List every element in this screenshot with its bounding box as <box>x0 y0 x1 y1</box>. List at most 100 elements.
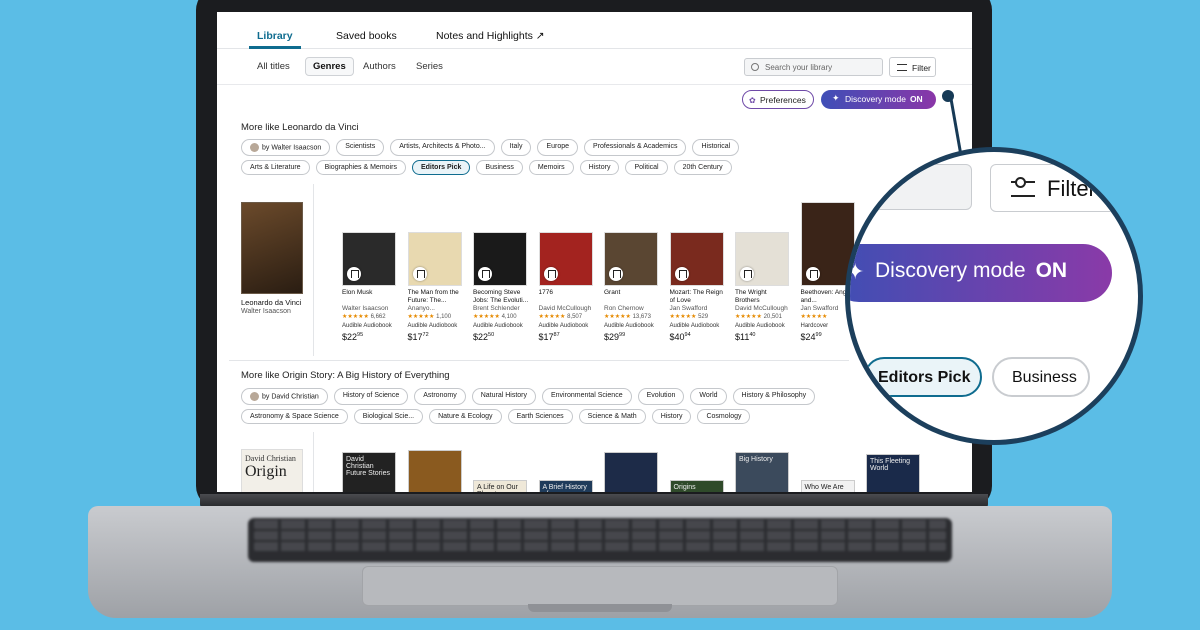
bookmark-icon[interactable] <box>478 267 492 281</box>
bookmark-icon[interactable] <box>609 267 623 281</box>
search-icon <box>751 63 759 71</box>
filter-button[interactable]: Filter <box>889 57 936 77</box>
book-card[interactable]: The Man from the Future: The... Ananyo...… <box>407 232 466 343</box>
book-cover[interactable]: Origins <box>669 480 724 492</box>
preferences-button[interactable]: ✿ Preferences <box>742 90 814 109</box>
chip-label: History & Philosophy <box>741 392 807 399</box>
bookmark-icon[interactable] <box>543 267 558 281</box>
genre-chip[interactable]: Biological Scie... <box>353 409 424 424</box>
rating-count: 4,100 <box>501 314 517 320</box>
chip-label: Biological Scie... <box>362 413 415 420</box>
book-cover[interactable]: David Christian Future Stories <box>342 452 396 492</box>
book-card[interactable]: Grant Ron Chernow ★★★★★ 13,673 Audible Audi… <box>604 232 662 343</box>
book-cover[interactable] <box>407 450 462 492</box>
seed-book[interactable]: Leonardo da Vinci Walter Isaacson <box>241 202 303 315</box>
chip-business-zoomed: Business <box>992 357 1090 397</box>
rating-count: 8,507 <box>567 314 583 320</box>
book-cover[interactable]: A Life on Our Planet <box>473 480 527 492</box>
rating-count: 20,501 <box>763 314 782 320</box>
bookmark-icon[interactable] <box>740 267 754 281</box>
tab-genres[interactable]: Genres <box>305 57 354 76</box>
author-avatar <box>250 143 259 152</box>
tab-library[interactable]: Library <box>257 30 293 42</box>
genre-chip[interactable]: Earth Sciences <box>507 409 573 424</box>
seed-book[interactable]: David Christian Origin <box>241 449 303 492</box>
bookmark-icon[interactable] <box>347 267 361 281</box>
book-cover[interactable]: Big History <box>735 452 789 492</box>
book-card[interactable]: Becoming Steve Jobs: The Evoluti... Brent… <box>473 232 531 343</box>
chip-label: History of Science <box>342 392 400 399</box>
genre-chip[interactable]: Italy <box>500 139 532 156</box>
genre-chip[interactable]: Cosmology <box>697 409 751 424</box>
price-cents: 99 <box>619 332 626 338</box>
preferences-label: Preferences <box>760 95 806 105</box>
genre-chip[interactable]: Europe <box>537 139 579 156</box>
seed-title: Origin <box>245 463 287 480</box>
book-card[interactable]: Elon Musk Walter Isaacson ★★★★★ 6,662 Audib… <box>342 232 400 343</box>
bookmark-icon[interactable] <box>412 267 427 281</box>
discovery-mode-toggle[interactable]: ✦ Discovery mode ON <box>821 90 936 109</box>
genre-chip[interactable]: History of Science <box>333 388 409 405</box>
genre-chip[interactable]: Arts & Literature <box>241 160 310 175</box>
bookmark-icon[interactable] <box>674 267 689 281</box>
search-input[interactable]: Search your library <box>744 58 883 76</box>
genre-chip[interactable]: Artists, Architects & Photo... <box>390 139 495 156</box>
chip-label: World <box>699 392 718 399</box>
genre-chip[interactable]: Nature & Ecology <box>429 409 502 424</box>
chip-label: Evolution <box>646 392 676 399</box>
book-format: Audible Audiobook <box>407 323 458 329</box>
genre-chip[interactable]: by David Christian <box>241 388 328 405</box>
preferences-icon: ✿ <box>749 96 756 105</box>
book-rating: ★★★★★ 4,100 <box>473 314 517 320</box>
genre-chip[interactable]: Scientists <box>336 139 385 156</box>
book-cover[interactable]: This Fleeting World <box>866 454 920 492</box>
book-format: Audible Audiobook <box>735 323 785 329</box>
genre-chip[interactable]: History <box>651 409 692 424</box>
book-cover[interactable]: A Brief History of... <box>538 480 593 492</box>
genre-chip[interactable]: by Walter Isaacson <box>241 139 331 156</box>
laptop-notch <box>528 604 672 612</box>
genre-chip[interactable]: Professionals & Academics <box>584 139 687 156</box>
filter-button-zoomed: Filter <box>990 164 1138 212</box>
tab-authors[interactable]: Authors <box>363 61 396 72</box>
chip-label: Italy <box>509 143 523 150</box>
book-cover <box>342 232 396 286</box>
book-cover[interactable] <box>604 452 658 492</box>
price-cents: 94 <box>684 332 691 338</box>
genre-chip[interactable]: Editors Pick <box>411 160 471 175</box>
book-format: Audible Audiobook <box>342 323 392 329</box>
book-card[interactable]: 1776 David McCullough ★★★★★ 8,507 Audible A… <box>538 232 597 343</box>
book-price: $1140 <box>735 332 756 342</box>
genre-chip[interactable]: History <box>579 160 620 175</box>
book-price: $1772 <box>407 332 429 342</box>
genre-chip[interactable]: World <box>690 388 727 405</box>
bookmark-icon[interactable] <box>805 267 820 281</box>
tab-saved-books[interactable]: Saved books <box>336 30 397 42</box>
tab-all-titles[interactable]: All titles <box>257 61 290 72</box>
chip-label: Biographies & Memoirs <box>324 164 397 171</box>
sliders-icon <box>897 64 907 71</box>
book-cover[interactable]: Who We Are <box>800 480 855 492</box>
genre-chip[interactable]: Natural History <box>471 388 536 405</box>
author-avatar <box>250 392 259 401</box>
genre-chip[interactable]: Evolution <box>637 388 685 405</box>
genre-chip[interactable]: Biographies & Memoirs <box>315 160 406 175</box>
genre-chip[interactable]: Political <box>625 160 668 175</box>
book-card[interactable]: Mozart: The Reign of Love Jan Swafford ★★★… <box>669 232 728 343</box>
genre-chip[interactable]: Business <box>476 160 523 175</box>
book-author: Ron Chernow <box>604 305 644 312</box>
genre-chip[interactable]: Science & Math <box>578 409 646 424</box>
book-card[interactable]: The Wright Brothers David McCullough ★★★★★… <box>735 232 793 343</box>
genre-chip[interactable]: Astronomy & Space Science <box>241 409 348 424</box>
genre-chip[interactable]: 20th Century <box>673 160 732 175</box>
genre-chip[interactable]: History & Philosophy <box>732 388 816 405</box>
discovery-label-zoomed: Discovery mode <box>875 259 1026 282</box>
genre-chip[interactable]: Astronomy <box>414 388 466 405</box>
book-format: Audible Audiobook <box>604 323 654 329</box>
tab-series[interactable]: Series <box>416 61 443 72</box>
book-cover <box>669 232 724 286</box>
tab-notes-highlights[interactable]: Notes and Highlights ↗ <box>436 30 545 42</box>
genre-chip[interactable]: Historical <box>692 139 740 156</box>
genre-chip[interactable]: Memoirs <box>528 160 574 175</box>
genre-chip[interactable]: Environmental Science <box>542 388 632 405</box>
